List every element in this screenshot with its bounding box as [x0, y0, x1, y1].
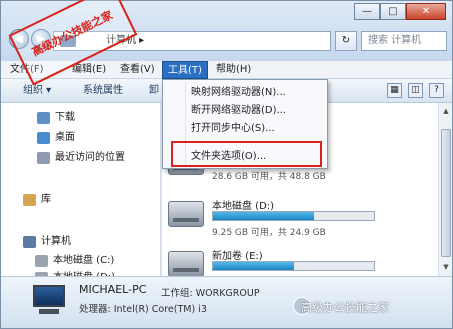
- drive-icon: [35, 255, 48, 267]
- uninstall-button[interactable]: 卸: [149, 79, 159, 103]
- search-input[interactable]: 搜索 计算机: [361, 31, 447, 51]
- drive-free-space: 9.25 GB 可用，共 24.9 GB: [212, 228, 326, 238]
- help-icon[interactable]: ?: [429, 83, 444, 98]
- refresh-button[interactable]: ↻: [335, 31, 357, 51]
- hard-drive-icon: [168, 201, 204, 227]
- drive-name: 新加卷 (E:): [212, 251, 263, 262]
- menu-item-map-drive[interactable]: 映射网络驱动器(N)...: [191, 84, 286, 102]
- drive-free-space: 28.6 GB 可用，共 48.8 GB: [212, 172, 326, 182]
- preview-pane-icon[interactable]: ◫: [408, 83, 423, 98]
- desktop-icon: [37, 132, 50, 144]
- nav-item-downloads[interactable]: 下载: [1, 109, 161, 127]
- nav-item-label: 最近访问的位置: [55, 152, 125, 163]
- nav-item-desktop[interactable]: 桌面: [1, 129, 161, 147]
- drive-usage-fill: [213, 212, 315, 220]
- view-controls: ▦ ◫ ?: [387, 83, 444, 98]
- close-button[interactable]: ✕: [406, 3, 446, 20]
- nav-item-drive-c[interactable]: 本地磁盘 (C:): [1, 252, 161, 270]
- computer-icon: [29, 285, 69, 315]
- nav-item-label: 计算机: [41, 236, 71, 247]
- scroll-down-arrow-icon[interactable]: ▼: [440, 261, 452, 273]
- computer-name: MICHAEL-PC: [79, 283, 147, 296]
- details-pane: MICHAEL-PC 工作组: WORKGROUP 处理器: Intel(R) …: [1, 276, 452, 328]
- menu-help[interactable]: 帮助(H): [211, 61, 256, 79]
- nav-item-recent[interactable]: 最近访问的位置: [1, 149, 161, 167]
- hard-drive-icon: [168, 251, 204, 277]
- recent-places-icon: [37, 152, 50, 164]
- workgroup-label: 工作组: WORKGROUP: [161, 288, 260, 299]
- vertical-scrollbar[interactable]: ▲ ▼: [438, 103, 452, 276]
- nav-item-label: 桌面: [55, 132, 75, 143]
- nav-item-label: 库: [41, 194, 51, 205]
- processor-label: 处理器: Intel(R) Core(TM) i3: [79, 304, 207, 315]
- window-controls: — □ ✕: [354, 3, 446, 20]
- navigation-pane: 下载 桌面 最近访问的位置 库 计算机 本地磁盘 (C:) 本地磁盘 (D:): [1, 103, 161, 284]
- nav-item-label: 本地磁盘 (C:): [53, 255, 115, 266]
- library-icon: [23, 194, 36, 206]
- scroll-thumb[interactable]: [441, 129, 451, 257]
- minimize-button[interactable]: —: [354, 3, 380, 20]
- nav-item-label: 下载: [55, 112, 75, 123]
- drive-usage-bar: [212, 261, 375, 271]
- drive-name: 本地磁盘 (D:): [212, 201, 275, 212]
- folder-options-highlight: [171, 141, 322, 167]
- drive-usage-fill: [213, 262, 294, 270]
- downloads-icon: [37, 112, 50, 124]
- view-options-icon[interactable]: ▦: [387, 83, 402, 98]
- nav-item-computer[interactable]: 计算机: [1, 233, 161, 251]
- menu-item-disconnect-drive[interactable]: 断开网络驱动器(D)...: [191, 102, 286, 120]
- menu-view[interactable]: 查看(V): [115, 61, 160, 79]
- watermark-text: 高级办公技能之家: [301, 301, 389, 314]
- menu-tools[interactable]: 工具(T): [162, 61, 208, 79]
- nav-item-libraries[interactable]: 库: [1, 191, 161, 209]
- system-properties-button[interactable]: 系统属性: [83, 79, 123, 103]
- drive-d[interactable]: 本地磁盘 (D:) 9.25 GB 可用，共 24.9 GB: [162, 195, 438, 243]
- menu-item-sync-center[interactable]: 打开同步中心(S)...: [191, 120, 275, 138]
- maximize-button[interactable]: □: [380, 3, 406, 20]
- computer-icon: [23, 236, 36, 248]
- explorer-window: — □ ✕ ◀ ▶ 计算机 ▸ ↻ 搜索 计算机 文件(F) 编辑(E) 查看(…: [0, 0, 453, 329]
- drive-usage-bar: [212, 211, 375, 221]
- scroll-up-arrow-icon[interactable]: ▲: [440, 105, 452, 117]
